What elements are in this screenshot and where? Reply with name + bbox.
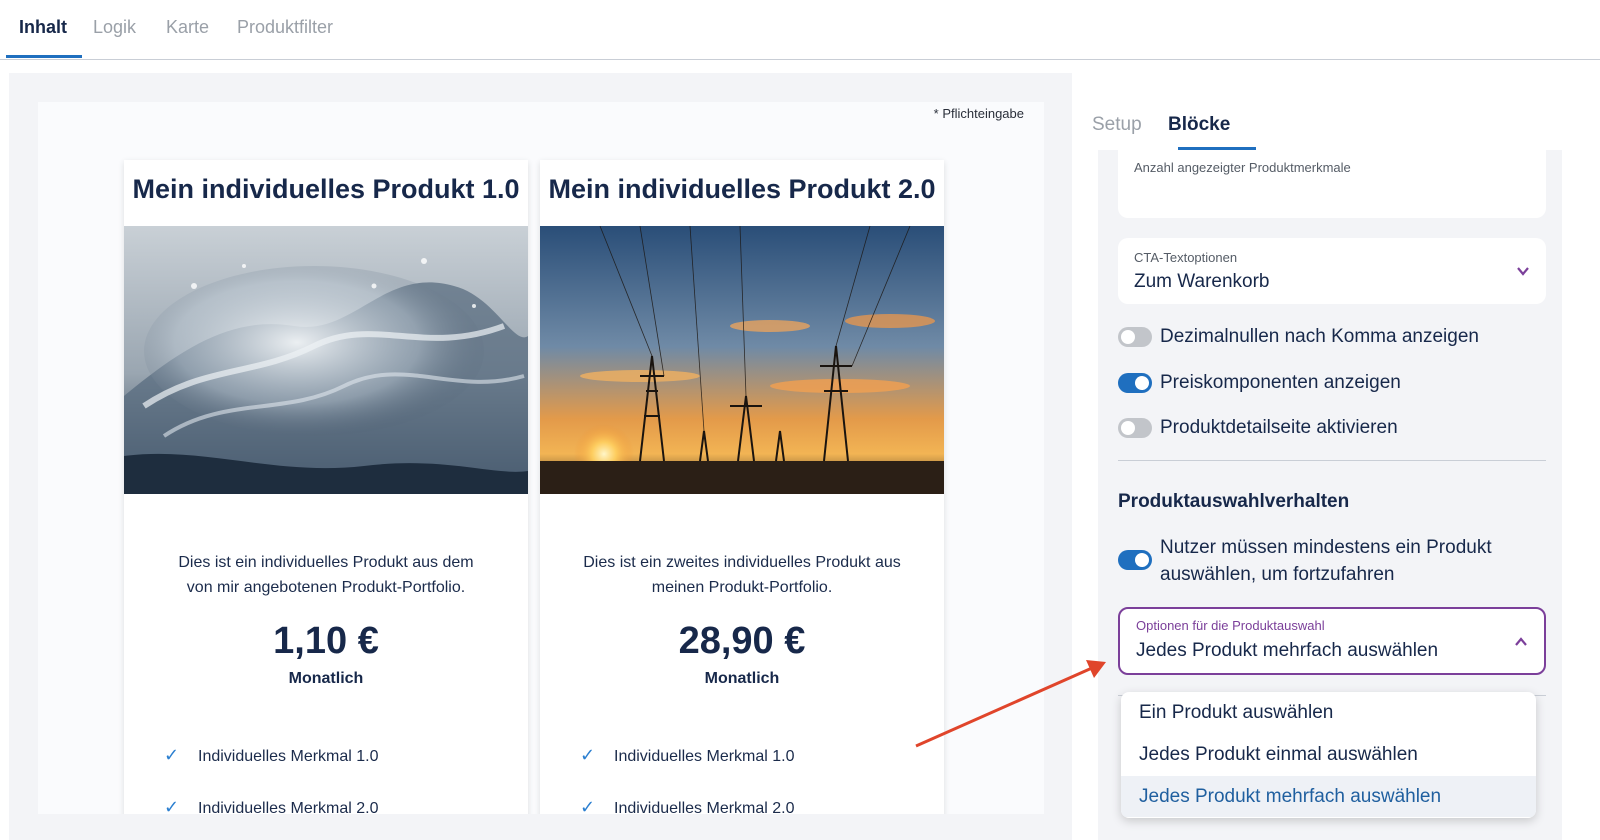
card-description: Dies ist ein zweites individuelles Produ… [570, 550, 914, 600]
feature-label: Individuelles Merkmal 1.0 [614, 748, 795, 765]
field-label: Optionen für die Produktauswahl [1136, 618, 1325, 633]
card-title: Mein individuelles Produkt 1.0 [132, 174, 520, 204]
toggle-label: Dezimalnullen nach Komma anzeigen [1160, 326, 1479, 347]
product-selection-dropdown: Ein Produkt auswählen Jedes Produkt einm… [1121, 692, 1536, 818]
feature-item: ✓ Individuelles Merkmal 1.0 [164, 745, 379, 766]
toggle-label: Preiskomponenten anzeigen [1160, 372, 1401, 393]
toggle-label: Produktdetailseite aktivieren [1160, 417, 1398, 438]
option-jedes-produkt-einmal[interactable]: Jedes Produkt einmal auswählen [1121, 734, 1536, 775]
top-tab-bar: Inhalt Logik Karte Produktfilter [0, 0, 1600, 60]
card-period: Monatlich [288, 670, 364, 687]
card-title: Mein individuelles Produkt 2.0 [548, 174, 936, 204]
toggle-label: Nutzer müssen mindestens ein Produkt aus… [1160, 534, 1492, 588]
check-icon: ✓ [580, 797, 596, 814]
active-tab-indicator [6, 55, 82, 58]
feature-item: ✓ Individuelles Merkmal 2.0 [164, 797, 379, 814]
field-label: Anzahl angezeigter Produktmerkmale [1134, 160, 1351, 175]
chevron-up-icon [1515, 637, 1527, 646]
feature-count-field[interactable]: Anzahl angezeigter Produktmerkmale [1118, 150, 1546, 218]
section-title: Produktauswahlverhalten [1118, 491, 1350, 512]
check-icon: ✓ [164, 797, 180, 814]
field-value: Jedes Produkt mehrfach auswählen [1136, 640, 1439, 661]
feature-label: Individuelles Merkmal 1.0 [198, 748, 379, 765]
tab-inhalt[interactable]: Inhalt [19, 17, 67, 38]
option-jedes-produkt-mehrfach[interactable]: Jedes Produkt mehrfach auswählen [1121, 776, 1536, 817]
settings-tab-bar: Setup Blöcke [1092, 110, 1560, 150]
card-price: 28,90 € [678, 620, 806, 662]
toggle-label-line-1: Nutzer müssen mindestens ein Produkt [1160, 537, 1492, 558]
check-icon: ✓ [580, 745, 596, 765]
preview-canvas: * Pflichteingabe Mein individuelles Prod… [38, 102, 1044, 814]
card-description-line-1: Dies ist ein zweites individuelles Produ… [583, 554, 901, 571]
card-description-line-2: meinen Produkt-Portfolio. [651, 579, 833, 596]
card-price: 1,10 € [273, 620, 379, 662]
card-description: Dies ist ein individuelles Produkt aus d… [154, 550, 498, 600]
feature-label: Individuelles Merkmal 2.0 [198, 800, 379, 814]
feature-item: ✓ Individuelles Merkmal 2.0 [580, 797, 795, 814]
toggle-min-selection[interactable] [1118, 550, 1152, 570]
product-selection-options-select[interactable]: Optionen für die Produktauswahl Jedes Pr… [1118, 607, 1546, 675]
product-card-1[interactable]: Mein individuelles Produkt 1.0 Dies ist … [124, 160, 528, 814]
tab-produktfilter[interactable]: Produktfilter [237, 17, 333, 38]
card-period: Monatlich [704, 670, 780, 687]
power-lines-sunset-image [540, 226, 944, 494]
tab-karte[interactable]: Karte [166, 17, 209, 38]
chevron-down-icon [1517, 267, 1529, 276]
tab-logik[interactable]: Logik [93, 17, 136, 38]
check-icon: ✓ [164, 745, 180, 765]
card-description-line-2: von mir angebotenen Produkt-Portfolio. [186, 579, 466, 596]
required-note: * Pflichteingabe [933, 106, 1024, 121]
field-label: CTA-Textoptionen [1134, 250, 1238, 265]
water-splash-image [124, 226, 528, 494]
toggle-decimal-zeros[interactable] [1118, 327, 1152, 347]
option-ein-produkt[interactable]: Ein Produkt auswählen [1121, 692, 1536, 733]
toggle-price-components[interactable] [1118, 373, 1152, 393]
tab-setup[interactable]: Setup [1092, 114, 1142, 136]
toggle-product-detail-page[interactable] [1118, 418, 1152, 438]
product-card-2[interactable]: Mein individuelles Produkt 2.0 Dies ist … [540, 160, 944, 814]
toggle-label-line-2: auswählen, um fortzufahren [1160, 564, 1395, 585]
section-divider [1118, 460, 1546, 461]
tab-bloecke[interactable]: Blöcke [1168, 114, 1230, 136]
field-value: Zum Warenkorb [1134, 271, 1270, 292]
feature-label: Individuelles Merkmal 2.0 [614, 800, 795, 814]
cta-text-select[interactable]: CTA-Textoptionen Zum Warenkorb [1118, 238, 1546, 304]
card-description-line-1: Dies ist ein individuelles Produkt aus d… [178, 554, 474, 571]
feature-item: ✓ Individuelles Merkmal 1.0 [580, 745, 795, 766]
